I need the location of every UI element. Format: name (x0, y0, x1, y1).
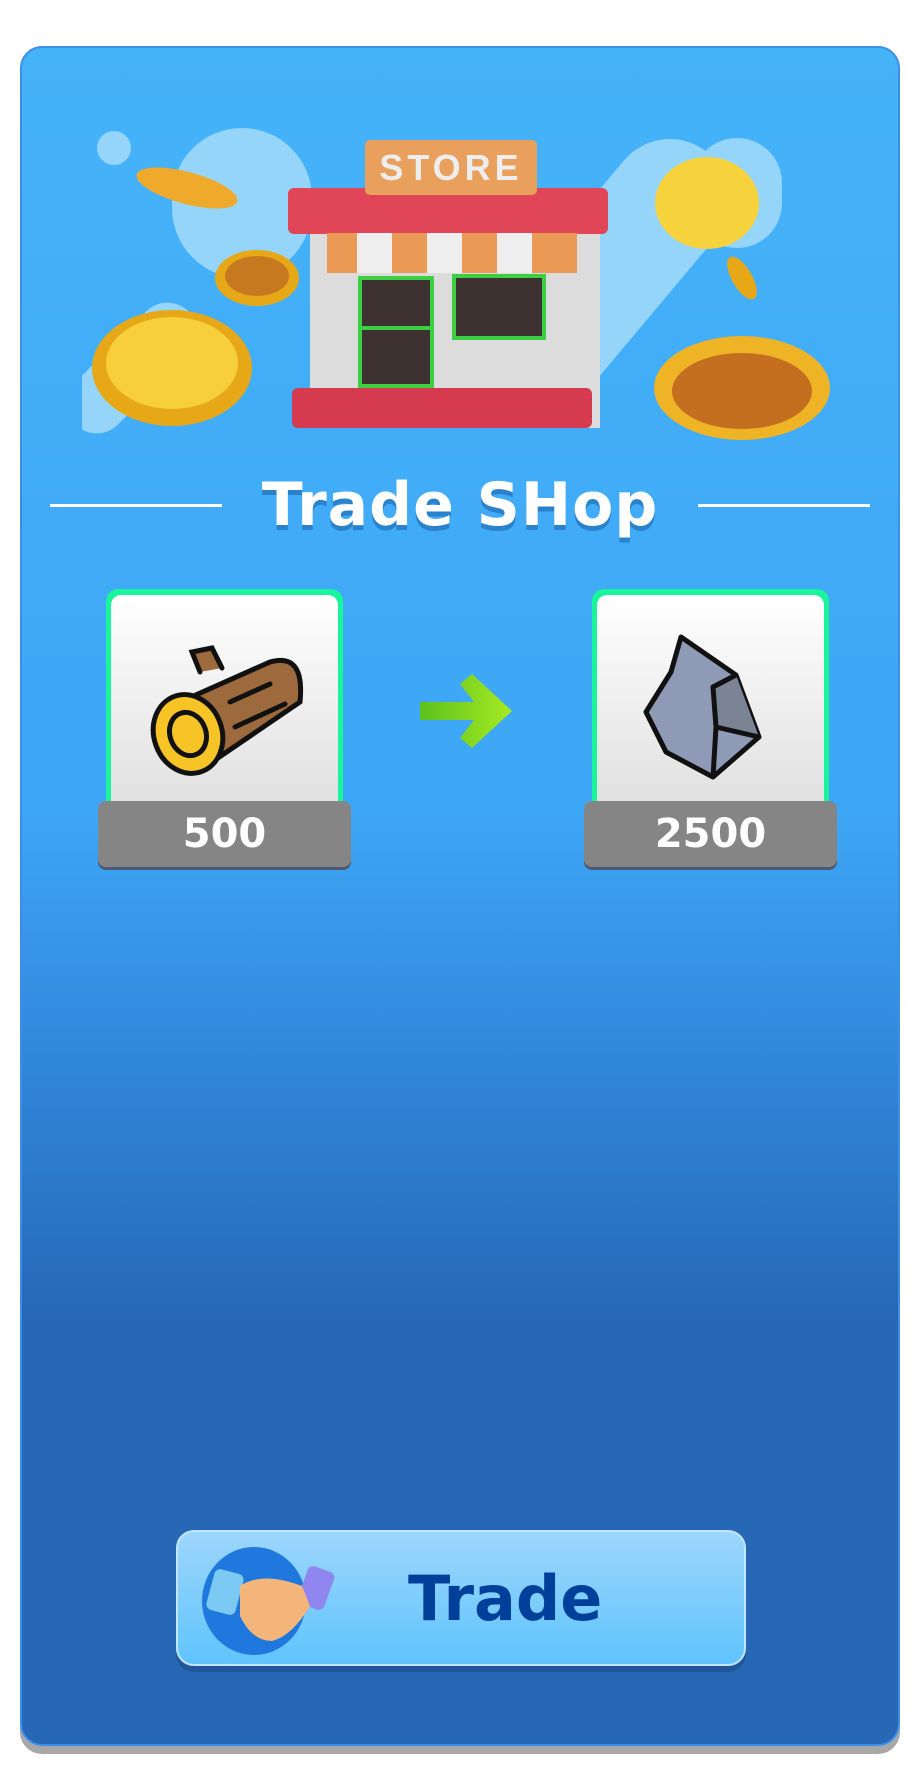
give-amount: 500 (98, 801, 351, 867)
store-building-icon: STORE (288, 140, 608, 428)
handshake-icon (202, 1547, 335, 1655)
title-row: Trade SHop (50, 470, 871, 540)
wood-log-icon (150, 645, 303, 776)
give-item-slot[interactable]: 500 (98, 589, 351, 867)
page-title: Trade SHop (261, 470, 659, 540)
store-hero-illustration: STORE (82, 128, 830, 440)
trade-shop-panel: STORE (20, 46, 900, 1746)
title-divider-right (698, 503, 871, 507)
title-divider-left (50, 503, 222, 507)
stone-icon (643, 634, 761, 780)
get-amount: 2500 (584, 801, 837, 867)
arrow-right-icon (420, 674, 512, 748)
store-sign-text: STORE (379, 147, 522, 188)
get-item-slot[interactable]: 2500 (584, 589, 837, 867)
trade-button-label: Trade (408, 1561, 603, 1635)
trade-button[interactable]: Trade (176, 1530, 746, 1666)
